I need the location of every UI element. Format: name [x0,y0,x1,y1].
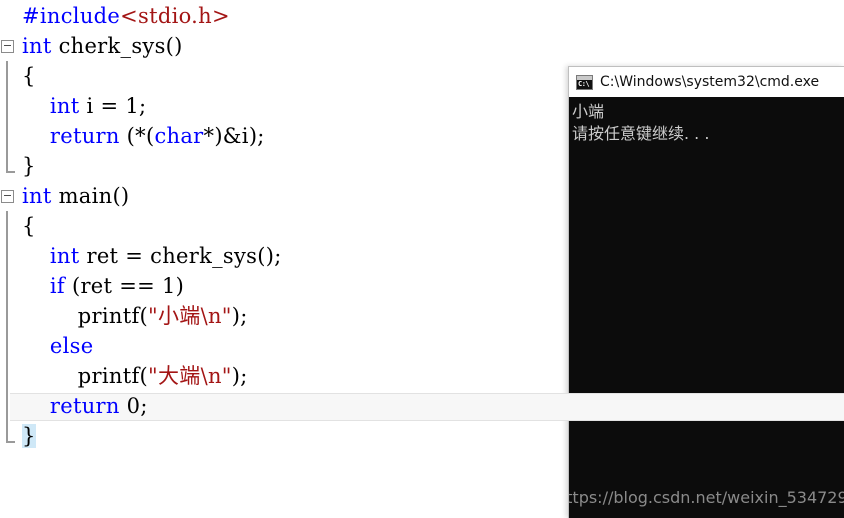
code-token-kw: return [49,394,120,418]
code-token-plain: } [22,154,36,178]
fold-guide-line [6,241,8,271]
code-token-kw: int [22,184,52,208]
code-token-str: <stdio.h> [120,4,230,28]
code-token-plain: i = 1; [79,94,147,118]
code-token-plain: cherk_sys() [51,34,183,58]
code-line-text: int cherk_sys() [0,31,183,61]
fold-guide-line [6,271,8,301]
cmd-icon-prompt-text: C:\ [578,79,590,88]
console-output-area[interactable]: 小端 请按任意键继续. . . https://blog.csdn.net/we… [569,97,844,518]
code-line[interactable]: return 0; [0,391,844,421]
code-token-plain: ); [231,364,248,388]
code-line-text: return (*(char*)&i); [0,121,265,151]
code-token-plain: (*( [119,124,155,148]
code-token-kw: int [49,94,80,118]
fold-guide-line [6,301,8,331]
code-line-text: return 0; [0,391,148,421]
code-line-text: int ret = cherk_sys(); [0,241,282,271]
code-line[interactable]: int cherk_sys() [0,31,844,61]
code-token-str: "大端\n" [148,364,232,388]
fold-guide-line [6,91,8,121]
code-token-plain: { [22,214,36,238]
console-titlebar[interactable]: C:\ C:\Windows\system32\cmd.exe [569,67,844,97]
code-token-kw: int [49,244,80,268]
code-token-plain: printf( [22,364,149,388]
console-output-line: 小端 [572,102,605,121]
code-line[interactable]: #include<stdio.h> [0,1,844,31]
code-token-plain: ret = cherk_sys(); [79,244,282,268]
fold-guide-line [6,391,8,421]
fold-collapse-icon[interactable] [1,190,14,203]
code-token-plain: (ret == 1) [65,274,185,298]
fold-guide-line [6,421,15,443]
code-line-text: printf("小端\n"); [0,301,248,331]
code-token-plain: 0; [119,394,148,418]
code-token-kw: char [154,124,204,148]
code-line-text: #include<stdio.h> [0,1,230,31]
fold-guide-line [6,211,8,241]
console-title-text: C:\Windows\system32\cmd.exe [600,74,820,90]
code-line-text: else [0,331,93,361]
code-token-str: "小端\n" [148,304,232,328]
code-token-plain: *)&i); [203,124,265,148]
code-token-kw: if [49,274,65,298]
watermark-text: https://blog.csdn.net/weixin_53472920 [568,488,844,507]
code-token-kw: else [49,334,94,358]
code-token-plain: ); [231,304,248,328]
code-line-text: int i = 1; [0,91,146,121]
fold-guide-line [6,61,8,91]
code-token-plain: main() [51,184,130,208]
fold-collapse-icon[interactable] [1,40,14,53]
code-token-plain: printf( [22,304,149,328]
fold-guide-line [6,331,8,361]
code-line-text: printf("大端\n"); [0,361,248,391]
code-token-plain: { [22,64,36,88]
console-output-line: 请按任意键继续. . . [572,124,710,143]
code-token-kw: return [49,124,120,148]
code-token-plain: } [22,424,36,448]
code-line-text: int main() [0,181,129,211]
fold-guide-line [6,151,15,173]
fold-guide-line [6,121,8,151]
cmd-icon: C:\ [576,74,593,90]
cmd-console-window[interactable]: C:\ C:\Windows\system32\cmd.exe 小端 请按任意键… [568,66,844,518]
code-token-kw: int [22,34,52,58]
code-line-text: if (ret == 1) [0,271,184,301]
code-token-pp: #include [22,4,121,28]
fold-guide-line [6,361,8,391]
